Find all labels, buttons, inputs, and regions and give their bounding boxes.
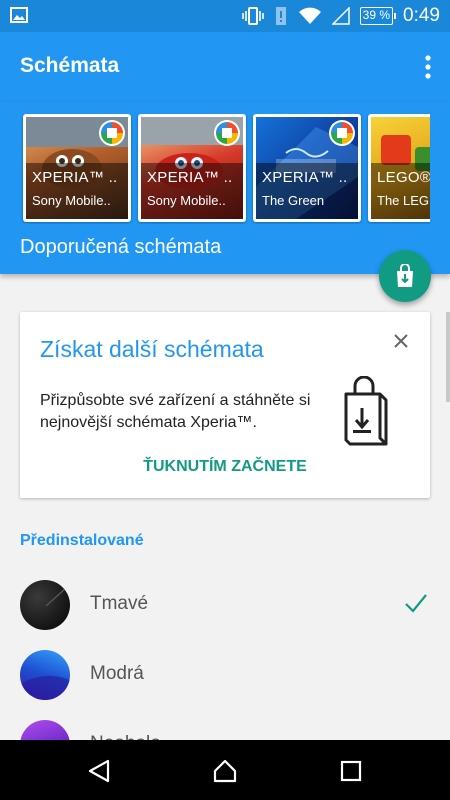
card-caption: XPERIA™ .. Sony Mobile.. — [26, 163, 128, 219]
card-subtitle: The LEG — [377, 193, 430, 208]
shopping-bag-download-icon — [344, 376, 388, 446]
promo-description: Přizpůsobte své zařízení a stáhněte si n… — [40, 392, 311, 431]
card-image: LEGO® .. The LEG — [371, 117, 430, 219]
store-badge-icon — [329, 120, 355, 146]
image-icon — [10, 7, 28, 23]
check-icon — [405, 594, 427, 613]
card-caption: XPERIA™ .. The Green — [256, 163, 358, 219]
card-subtitle: Sony Mobile.. — [32, 193, 111, 208]
battery-indicator: 39 % — [359, 7, 397, 25]
theme-thumbnail-blue — [20, 650, 70, 700]
vibrate-icon — [241, 7, 264, 25]
promo-title: Získat další schémata — [40, 336, 264, 362]
featured-card-cars-1[interactable]: XPERIA™ .. Sony Mobile.. — [23, 114, 131, 222]
card-caption: LEGO® .. The LEG — [371, 163, 430, 219]
scrollbar[interactable] — [446, 312, 450, 402]
card-title: LEGO® .. — [377, 169, 430, 186]
featured-card-pure-blue[interactable]: XPERIA™ .. The Green — [253, 114, 361, 222]
card-image: XPERIA™ .. The Green — [256, 117, 358, 219]
card-subtitle: The Green — [262, 193, 325, 208]
theme-item-blue[interactable]: Modrá — [0, 640, 450, 710]
wifi-icon — [298, 7, 321, 24]
signal-icon — [331, 7, 350, 25]
card-subtitle: Sony Mobile.. — [147, 193, 226, 208]
navigation-bar — [0, 740, 450, 800]
card-title: XPERIA™ .. — [262, 169, 348, 186]
featured-card-cars-2[interactable]: XPERIA™ .. Sony Mobile.. — [138, 114, 246, 222]
back-icon[interactable] — [86, 758, 112, 784]
status-bar: 39 % 0:49 — [0, 0, 450, 32]
preinstalled-header: Předinstalované — [20, 532, 144, 549]
clock: 0:49 — [403, 5, 440, 26]
theme-item-dark[interactable]: Tmavé — [0, 570, 450, 640]
card-image: XPERIA™ .. Sony Mobile.. — [26, 117, 128, 219]
home-icon[interactable] — [212, 758, 238, 784]
store-badge-icon — [214, 120, 240, 146]
card-title: XPERIA™ .. — [32, 169, 118, 186]
theme-name: Modrá — [90, 663, 144, 684]
featured-card-lego[interactable]: LEGO® .. The LEG — [368, 114, 430, 222]
recents-icon[interactable] — [338, 758, 364, 784]
theme-thumbnail-dark — [20, 580, 70, 630]
close-icon[interactable] — [392, 332, 410, 350]
store-fab-button[interactable] — [379, 250, 431, 302]
more-vert-icon[interactable] — [424, 54, 432, 80]
page-title: Schémata — [20, 54, 120, 77]
store-download-icon — [397, 264, 413, 287]
featured-carousel[interactable]: XPERIA™ .. Sony Mobile.. XPERIA™ .. Sony… — [20, 114, 430, 224]
card-image: XPERIA™ .. Sony Mobile.. — [141, 117, 243, 219]
get-started-button[interactable]: ŤUKNUTÍM ZAČNETE — [20, 458, 430, 476]
alert-icon — [275, 7, 286, 25]
get-more-themes-card: Získat další schémata Přizpůsobte své za… — [20, 312, 430, 498]
theme-name: Tmavé — [90, 593, 149, 614]
featured-themes-section: XPERIA™ .. Sony Mobile.. XPERIA™ .. Sony… — [0, 102, 450, 274]
card-title: XPERIA™ .. — [147, 169, 233, 186]
card-caption: XPERIA™ .. Sony Mobile.. — [141, 163, 243, 219]
featured-label[interactable]: Doporučená schémata — [20, 236, 221, 259]
app-bar: Schémata — [0, 32, 450, 102]
store-badge-icon — [99, 120, 125, 146]
